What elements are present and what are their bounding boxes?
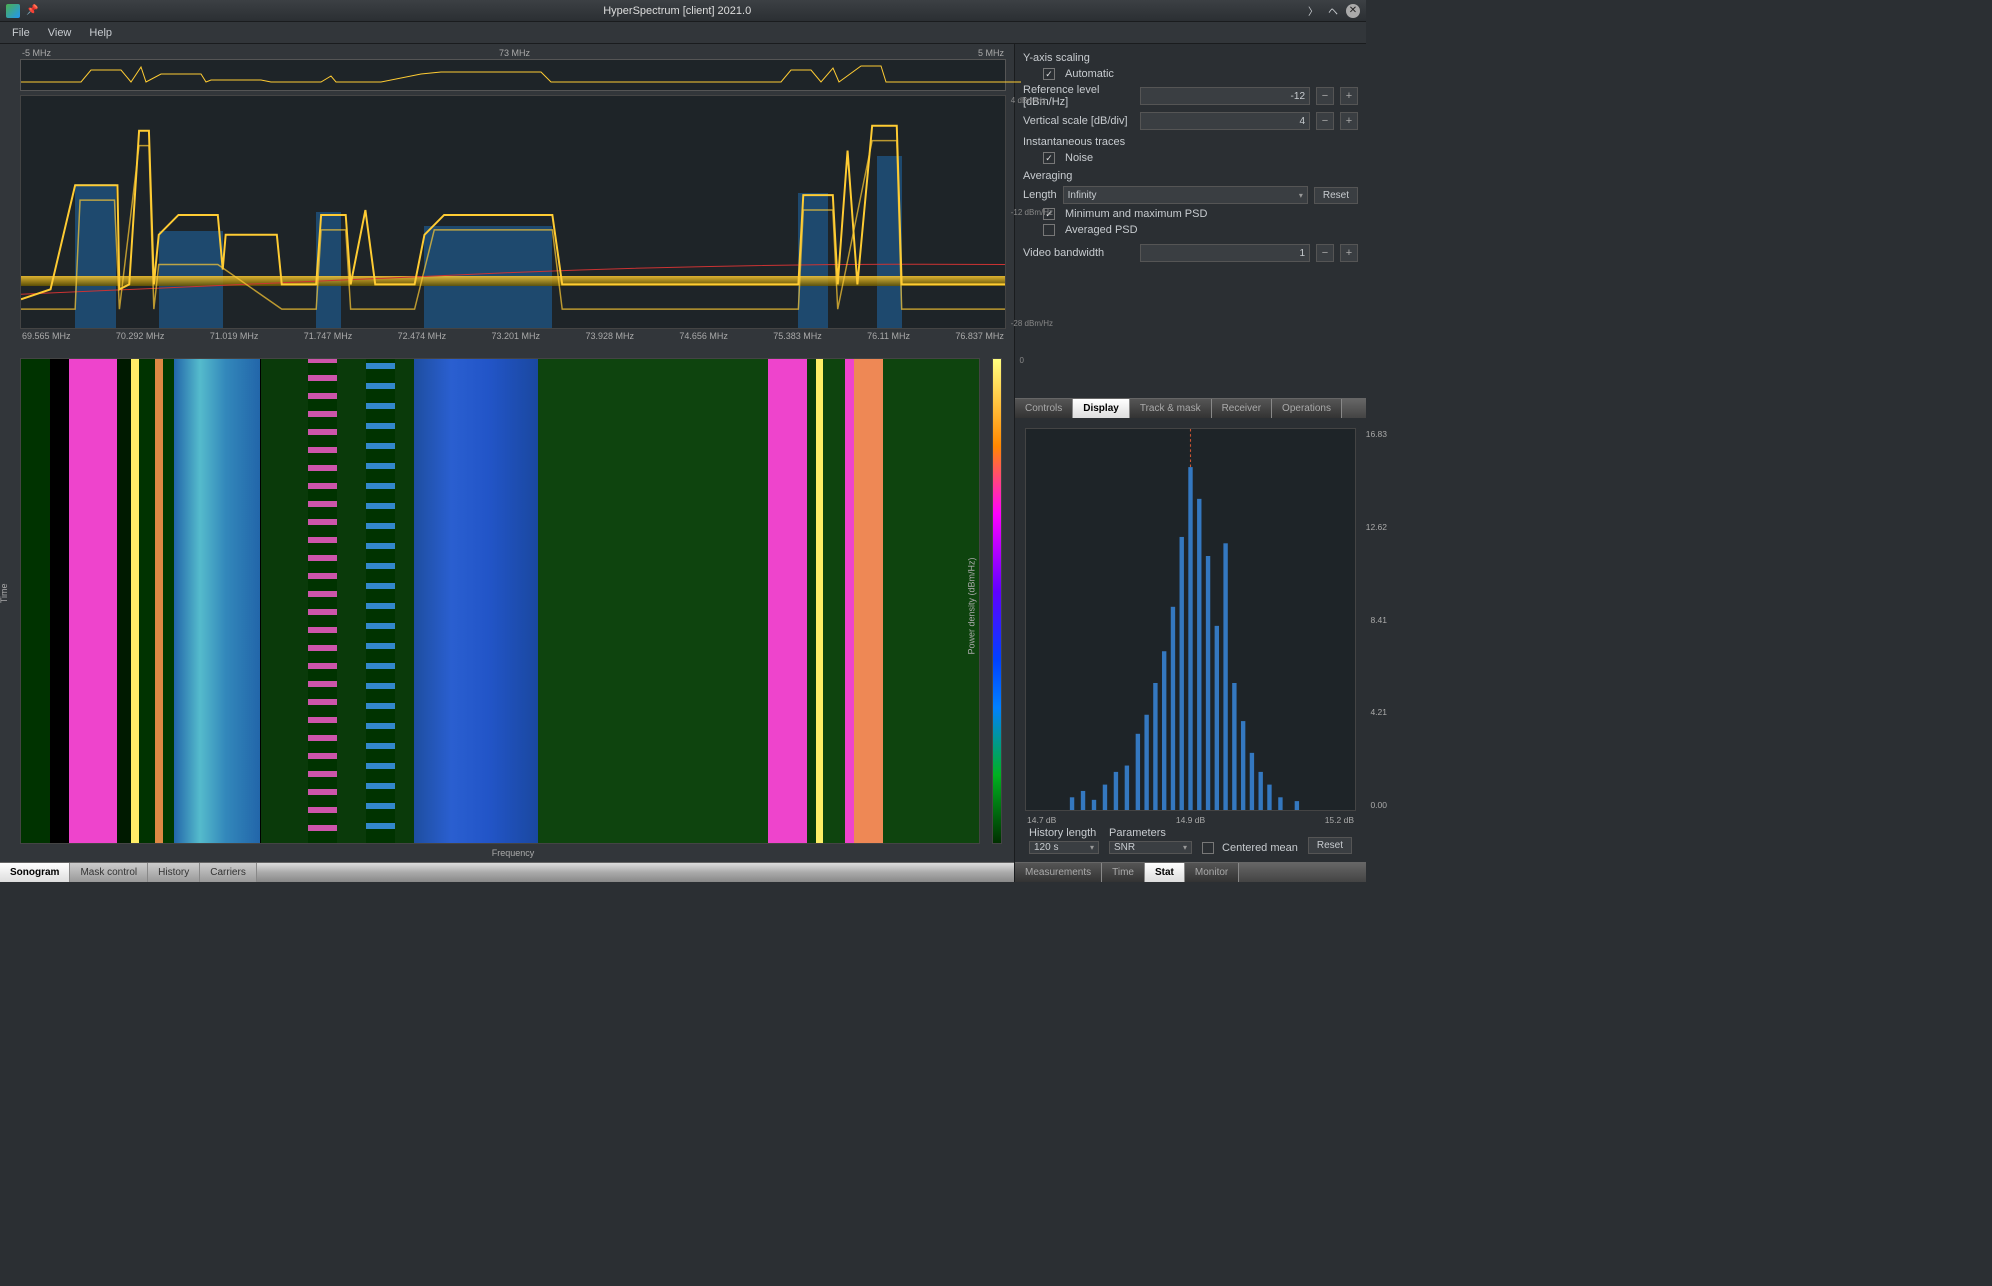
tab-controls[interactable]: Controls (1015, 399, 1073, 418)
sonogram-ylabel: Time (0, 583, 9, 603)
tab-monitor[interactable]: Monitor (1185, 863, 1239, 882)
overview-center-label: 73 MHz (499, 48, 530, 58)
menu-view[interactable]: View (40, 24, 80, 42)
close-button[interactable]: ✕ (1346, 4, 1360, 18)
histogram-panel: 16.83 12.62 8.41 4.21 0.00 (1015, 418, 1366, 862)
noise-label: Noise (1065, 152, 1093, 164)
sonogram-xlabel: Frequency (20, 848, 1006, 858)
tab-receiver[interactable]: Receiver (1212, 399, 1272, 418)
display-controls-panel: Y-axis scaling Automatic Reference level… (1015, 44, 1366, 398)
overview-strip[interactable] (20, 59, 1006, 91)
vert-scale-minus[interactable]: − (1316, 112, 1334, 130)
menubar: File View Help (0, 22, 1366, 44)
avgpsd-label: Averaged PSD (1065, 224, 1138, 236)
automatic-checkbox[interactable] (1043, 68, 1055, 80)
avg-reset-button[interactable]: Reset (1314, 187, 1358, 204)
history-length-label: History length (1029, 827, 1099, 839)
length-combo[interactable]: Infinity (1063, 186, 1308, 204)
video-bw-minus[interactable]: − (1316, 244, 1334, 262)
ref-level-input[interactable] (1140, 87, 1310, 105)
histogram-plot[interactable]: 16.83 12.62 8.41 4.21 0.00 (1025, 428, 1356, 811)
maximize-button[interactable]: ヘ (1326, 4, 1340, 18)
right-upper-tab-bar: Controls Display Track & mask Receiver O… (1015, 398, 1366, 418)
app-icon (6, 4, 20, 18)
video-bw-plus[interactable]: + (1340, 244, 1358, 262)
tab-time[interactable]: Time (1102, 863, 1145, 882)
ref-level-minus[interactable]: − (1316, 87, 1334, 105)
sonogram-plot[interactable] (20, 358, 980, 844)
centered-mean-checkbox[interactable] (1202, 842, 1214, 854)
tab-display[interactable]: Display (1073, 399, 1130, 418)
tab-history[interactable]: History (148, 863, 200, 882)
colorbar-label: Power density (dBm/Hz) (966, 557, 976, 654)
psd-panel: -5 MHz 73 MHz 5 MHz PSD 4 dBm/Hz -12 dBm… (0, 44, 1014, 354)
colorbar: 0 -37 Power density (dBm/Hz) (992, 358, 1006, 844)
overview-right-label: 5 MHz (978, 48, 1004, 58)
tab-operations[interactable]: Operations (1272, 399, 1342, 418)
params-label: Parameters (1109, 827, 1192, 839)
tab-carriers[interactable]: Carriers (200, 863, 257, 882)
minmax-label: Minimum and maximum PSD (1065, 208, 1207, 220)
menu-help[interactable]: Help (81, 24, 120, 42)
histogram-yticks: 16.83 12.62 8.41 4.21 0.00 (1366, 429, 1387, 810)
minimize-button[interactable]: 〉 (1306, 4, 1320, 18)
params-combo[interactable]: SNR (1109, 841, 1192, 854)
psd-plot[interactable]: 4 dBm/Hz -12 dBm/Hz -28 dBm/Hz (20, 95, 1006, 329)
yaxis-header: Y-axis scaling (1015, 48, 1366, 66)
left-tab-bar: Sonogram Mask control History Carriers (0, 862, 1014, 882)
tab-mask-control[interactable]: Mask control (70, 863, 148, 882)
history-length-combo[interactable]: 120 s (1029, 841, 1099, 854)
tab-track-mask[interactable]: Track & mask (1130, 399, 1212, 418)
menu-file[interactable]: File (4, 24, 38, 42)
automatic-label: Automatic (1065, 68, 1114, 80)
right-lower-tab-bar: Measurements Time Stat Monitor (1015, 862, 1366, 882)
histogram-reset-button[interactable]: Reset (1308, 837, 1352, 854)
tab-sonogram[interactable]: Sonogram (0, 863, 70, 882)
centered-mean-label: Centered mean (1222, 842, 1298, 854)
titlebar: 📌 HyperSpectrum [client] 2021.0 〉 ヘ ✕ (0, 0, 1366, 22)
pin-icon[interactable]: 📌 (26, 5, 38, 16)
psd-yticks: 4 dBm/Hz -12 dBm/Hz -28 dBm/Hz (1011, 96, 1053, 328)
ref-level-plus[interactable]: + (1340, 87, 1358, 105)
avg-header: Averaging (1015, 166, 1366, 184)
histogram-xticks: 14.7 dB 14.9 dB 15.2 dB (1021, 815, 1360, 825)
video-bw-input[interactable] (1140, 244, 1310, 262)
tab-stat[interactable]: Stat (1145, 863, 1185, 882)
vert-scale-input[interactable] (1140, 112, 1310, 130)
psd-xticks: 69.565 MHz 70.292 MHz 71.019 MHz 71.747 … (20, 331, 1006, 341)
vert-scale-plus[interactable]: + (1340, 112, 1358, 130)
tab-measurements[interactable]: Measurements (1015, 863, 1102, 882)
window-title: HyperSpectrum [client] 2021.0 (48, 5, 1306, 17)
overview-labels: -5 MHz 73 MHz 5 MHz (20, 48, 1006, 58)
overview-left-label: -5 MHz (22, 48, 51, 58)
sonogram-panel: Time (0, 354, 1014, 862)
inst-header: Instantaneous traces (1015, 132, 1366, 150)
